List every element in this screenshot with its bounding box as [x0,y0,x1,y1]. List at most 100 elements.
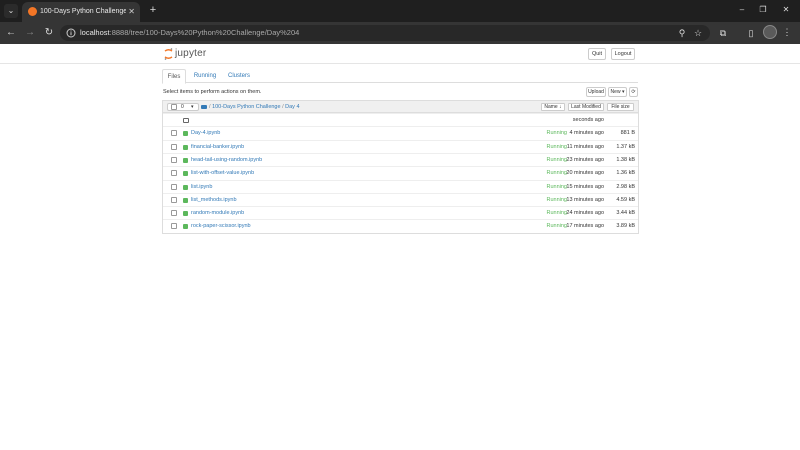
refresh-button[interactable]: ⟳ [629,87,638,97]
upload-button[interactable]: Upload [586,87,606,97]
file-link[interactable]: list_methods.ipynb [191,194,237,206]
arrow-left-icon[interactable]: ← [4,26,18,40]
extensions-icon[interactable]: ⧉ [716,26,730,40]
quit-button[interactable]: Quit [588,48,606,60]
tab-title: 100-Days Python Challenge/D [40,8,126,15]
select-all-dropdown[interactable]: 0 ▾ [167,103,199,111]
breadcrumb-separator: / [282,104,284,110]
running-status: Running [546,143,568,150]
row-size: 4.59 kB [616,196,635,203]
row-size: 1.38 kB [616,156,635,163]
table-row[interactable]: rock-paper-scissor.ipynb Running 17 minu… [163,219,638,232]
kebab-menu-icon[interactable]: ⋮ [782,25,792,39]
notebook-tabs: Files Running Clusters [162,69,638,84]
notebook-icon [183,171,188,177]
tab-files[interactable]: Files [162,69,186,84]
sort-size-button[interactable]: File size [607,103,634,111]
table-row[interactable]: list.ipynb Running 15 minutes ago 2.98 k… [163,179,638,193]
row-modified: 15 minutes ago [566,183,604,190]
selected-count: 0 [181,104,184,110]
running-status: Running [546,183,568,190]
running-status: Running [546,170,568,177]
row-checkbox[interactable] [171,143,177,150]
close-icon[interactable]: ✕ [778,3,794,17]
row-checkbox[interactable] [171,170,177,177]
running-status: Running [546,130,568,137]
table-row[interactable]: list-with-offset-value.ipynb Running 20 … [163,166,638,179]
browser-tab-bar: ⌄ 100-Days Python Challenge/D ✕ + – ❐ ✕ [0,0,800,22]
sort-name-button[interactable]: Name ↓ [541,103,565,111]
url-path: :8888/tree/100-Days%20Python%20Challenge… [109,28,300,37]
sidepanel-icon[interactable]: ▯ [744,26,758,40]
zoom-icon[interactable]: ⚲ [676,27,688,39]
row-modified: 4 minutes ago [569,130,604,137]
jupyter-page: jupyter Quit Logout Files Running Cluste… [0,44,800,450]
file-link[interactable]: Day-4.ipynb [191,127,220,139]
new-dropdown-button[interactable]: New ▾ [608,87,627,97]
row-modified: 13 minutes ago [566,196,604,203]
folder-icon [183,118,189,123]
table-row[interactable]: Day-4.ipynb Running 4 minutes ago 881 B [163,126,638,139]
file-link[interactable]: financial-banker.ipynb [191,141,244,153]
file-link[interactable]: list.ipynb [191,181,212,193]
file-link[interactable]: head-tail-using-random.ipynb [191,154,262,166]
file-link[interactable]: list-with-offset-value.ipynb [191,167,254,179]
row-checkbox[interactable] [171,130,177,137]
chevron-down-icon[interactable]: ⌄ [4,4,18,18]
chevron-down-icon[interactable]: ▾ [191,104,194,110]
row-size: 1.37 kB [616,143,635,150]
logout-button[interactable]: Logout [611,48,635,60]
new-tab-button[interactable]: + [146,3,160,17]
address-bar[interactable]: localhost:8888/tree/100-Days%20Python%20… [60,25,710,41]
header-divider [0,63,800,64]
info-icon[interactable] [66,28,76,38]
arrow-right-icon[interactable]: → [23,26,37,40]
profile-icon[interactable] [763,25,777,39]
notebook-icon [183,184,188,190]
row-checkbox[interactable] [171,183,177,190]
parent-folder-row[interactable]: seconds ago [163,113,638,126]
row-checkbox[interactable] [171,196,177,203]
table-row[interactable]: list_methods.ipynb Running 13 minutes ag… [163,192,638,206]
row-size: 881 B [620,130,635,137]
row-checkbox[interactable] [171,156,177,163]
running-status: Running [546,210,568,217]
maximize-icon[interactable]: ❐ [755,3,771,17]
row-modified: 24 minutes ago [566,210,604,217]
notebook-icon [183,224,188,230]
row-checkbox[interactable] [171,210,177,217]
browser-toolbar: ← → ↻ localhost:8888/tree/100-Days%20Pyt… [0,22,800,44]
file-list-header: 0 ▾ / 100-Days Python Challenge / Day 4 … [163,101,638,113]
file-link[interactable]: rock-paper-scissor.ipynb [191,220,251,232]
breadcrumb-root[interactable]: / [209,104,211,110]
breadcrumb-current[interactable]: Day 4 [285,104,299,110]
tab-clusters[interactable]: Clusters [224,69,254,83]
minimize-icon[interactable]: – [734,3,750,17]
url-host: localhost [80,28,110,37]
row-size: 3.89 kB [616,223,635,230]
reload-icon[interactable]: ↻ [42,26,56,40]
file-link[interactable]: random-module.ipynb [191,207,244,219]
jupyter-logo-text: jupyter [175,48,207,59]
notebook-icon [183,157,188,163]
jupyter-favicon-icon [28,7,37,16]
row-size: 1.36 kB [616,170,635,177]
star-icon[interactable]: ☆ [692,27,704,39]
row-modified: 23 minutes ago [566,156,604,163]
breadcrumb-parent[interactable]: 100-Days Python Challenge [212,104,281,110]
table-row[interactable]: head-tail-using-random.ipynb Running 23 … [163,152,638,166]
close-tab-icon[interactable]: ✕ [128,6,135,18]
refresh-icon: ⟳ [631,89,636,95]
table-row[interactable]: financial-banker.ipynb Running 11 minute… [163,139,638,153]
row-modified: seconds ago [572,117,604,123]
table-row[interactable]: random-module.ipynb Running 24 minutes a… [163,206,638,219]
select-hint: Select items to perform actions on them. [163,89,262,95]
tab-running[interactable]: Running [190,69,220,83]
select-all-checkbox[interactable] [171,104,177,110]
row-modified: 11 minutes ago [566,143,604,150]
row-checkbox[interactable] [171,223,177,230]
browser-tab[interactable]: 100-Days Python Challenge/D ✕ [22,2,140,22]
notebook-icon [183,197,188,203]
sort-modified-button[interactable]: Last Modified [568,103,604,111]
row-modified: 20 minutes ago [566,170,604,177]
